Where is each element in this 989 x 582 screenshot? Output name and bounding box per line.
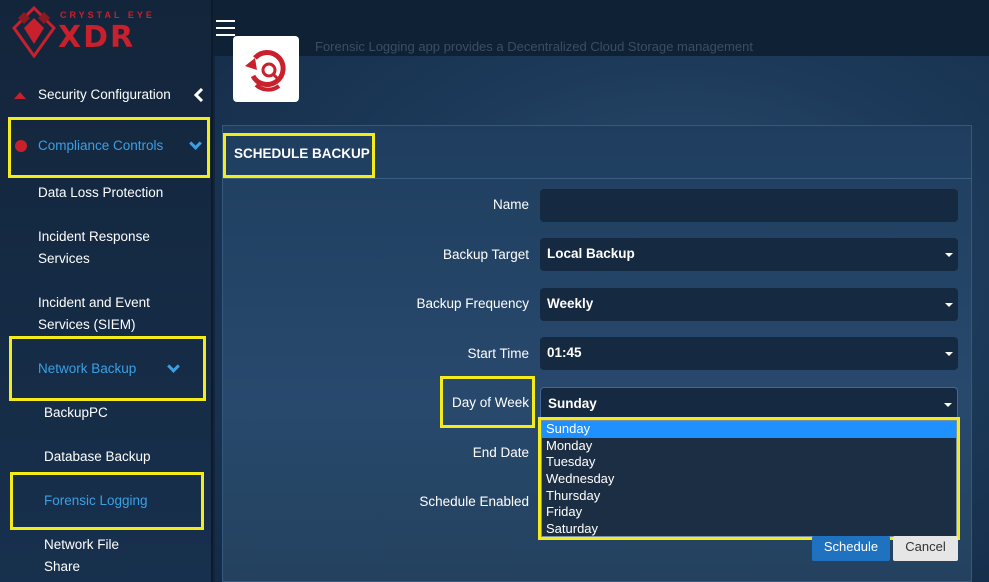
cancel-button[interactable]: Cancel [893,536,958,561]
sidebar-item-label-line2: Services [38,251,90,266]
hamburger-menu-icon[interactable] [216,20,235,36]
day-option-wednesday[interactable]: Wednesday [542,471,956,488]
start-time-value: 01:45 [547,345,582,360]
sidebar-item-incident-response[interactable]: Incident Response Services [0,226,213,270]
day-option-friday[interactable]: Friday [542,504,956,521]
start-time-label: Start Time [467,346,529,361]
caret-down-icon [945,253,953,257]
day-of-week-dropdown: Sunday Monday Tuesday Wednesday Thursday… [541,420,957,537]
sidebar-item-label: BackupPC [44,405,108,420]
sidebar: CRYSTAL EYE XDR Security Configuration C… [0,0,213,582]
schedule-button[interactable]: Schedule [812,536,890,561]
sidebar-item-label-line2: Share [44,559,81,574]
day-option-thursday[interactable]: Thursday [542,488,956,505]
chevron-down-icon[interactable] [167,360,180,373]
sidebar-item-label: Incident and Event [38,295,150,310]
backup-frequency-select[interactable]: Weekly [540,288,958,321]
backup-target-value: Local Backup [547,246,635,261]
backup-target-select[interactable]: Local Backup [540,238,958,271]
name-input[interactable] [540,189,958,222]
day-of-week-select[interactable]: Sunday [540,387,958,420]
app-description: Forensic Logging app provides a Decentra… [315,39,753,54]
day-option-monday[interactable]: Monday [542,438,956,455]
logo-subtitle: CRYSTAL EYE [60,10,155,20]
caret-down-icon [944,403,952,407]
security-config-icon [14,92,26,99]
start-time-select[interactable]: 01:45 [540,337,958,370]
sidebar-item-label: Data Loss Protection [38,185,164,200]
caret-down-icon [945,352,953,356]
day-option-tuesday[interactable]: Tuesday [542,454,956,471]
sidebar-item-label-line2: Services (SIEM) [38,317,136,332]
name-label: Name [492,197,529,212]
chevron-left-icon[interactable] [194,88,204,102]
schedule-enabled-label: Schedule Enabled [419,494,529,509]
caret-down-icon [945,303,953,307]
forensic-logging-app-icon [233,36,299,102]
sidebar-item-network-file-share[interactable]: Network File Share [0,534,213,578]
day-of-week-label: Day of Week [451,395,529,410]
sidebar-item-label: Network File [44,537,120,552]
backup-frequency-value: Weekly [547,296,594,311]
sidebar-item-label: Network Backup [38,361,137,376]
end-date-label: End Date [472,445,529,460]
logo-mark-icon [12,6,56,58]
chevron-down-icon[interactable] [189,137,202,150]
logo-title: XDR [58,20,136,55]
sidebar-item-siem[interactable]: Incident and Event Services (SIEM) [0,292,213,336]
crystal-eye-logo: CRYSTAL EYE XDR [10,4,200,60]
sidebar-item-label: Forensic Logging [44,493,148,508]
backup-frequency-label: Backup Frequency [416,296,529,311]
forensic-logging-icon [245,49,286,92]
day-option-sunday[interactable]: Sunday [542,421,956,438]
compliance-controls-icon [15,140,27,152]
sidebar-item-label: Security Configuration [38,87,171,102]
panel-title: SCHEDULE BACKUP [234,146,370,161]
backup-target-label: Backup Target [442,247,529,262]
sidebar-item-label: Incident Response [38,229,150,244]
sidebar-item-label: Compliance Controls [38,138,164,153]
sidebar-item-label: Database Backup [44,449,151,464]
day-of-week-value: Sunday [548,396,597,411]
